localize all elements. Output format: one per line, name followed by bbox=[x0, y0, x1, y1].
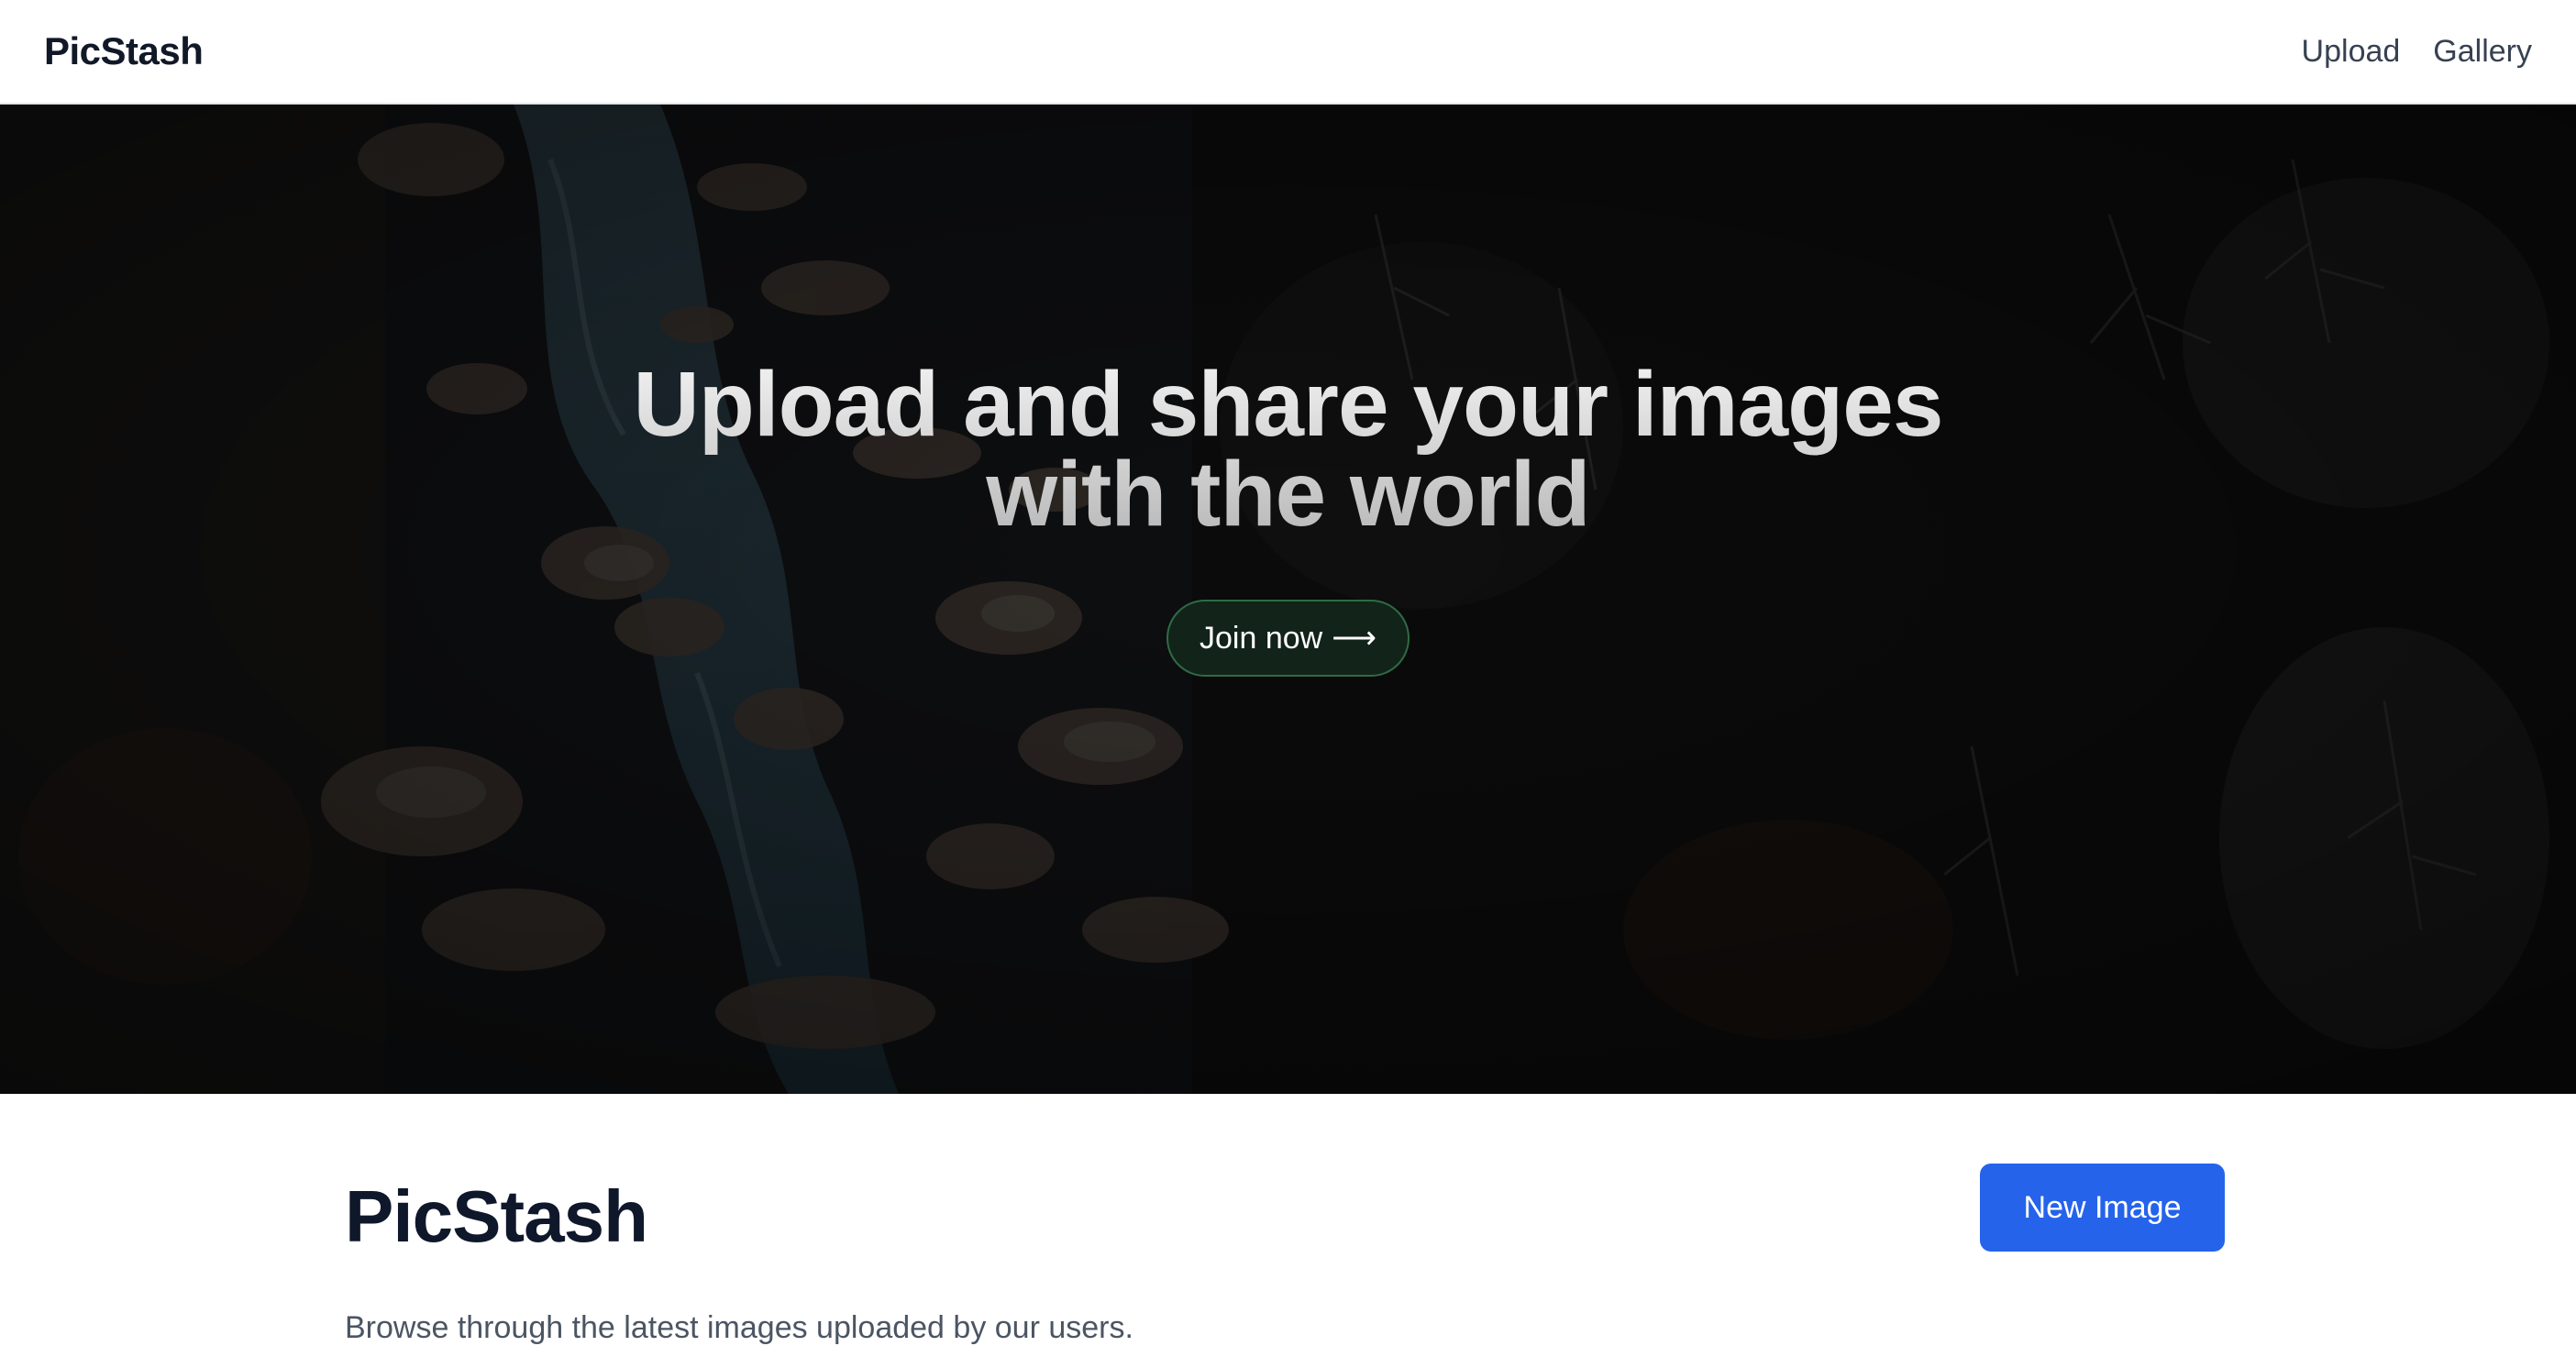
arrow-right-icon: ⟶ bbox=[1332, 621, 1376, 656]
nav-link-gallery[interactable]: Gallery bbox=[2433, 34, 2532, 70]
brand-logo[interactable]: PicStash bbox=[44, 29, 204, 73]
nav-link-upload[interactable]: Upload bbox=[2302, 34, 2401, 70]
join-now-label: Join now bbox=[1200, 620, 1323, 656]
hero-heading-line1: Upload and share your images bbox=[633, 353, 1943, 456]
hero-section: Upload and share your images with the wo… bbox=[0, 105, 2576, 1094]
join-now-button[interactable]: Join now ⟶ bbox=[1166, 600, 1410, 677]
hero-content: Upload and share your images with the wo… bbox=[0, 105, 2576, 1094]
main-content: PicStash New Image Browse through the la… bbox=[345, 1094, 2225, 1345]
new-image-button[interactable]: New Image bbox=[1980, 1164, 2225, 1252]
page-title: PicStash bbox=[345, 1175, 648, 1257]
hero-heading-line2: with the world bbox=[986, 443, 1590, 546]
page-subtitle: Browse through the latest images uploade… bbox=[345, 1310, 1133, 1345]
main-nav: Upload Gallery bbox=[2302, 34, 2532, 70]
top-navbar: PicStash Upload Gallery bbox=[0, 0, 2576, 105]
hero-heading: Upload and share your images with the wo… bbox=[601, 359, 1976, 539]
